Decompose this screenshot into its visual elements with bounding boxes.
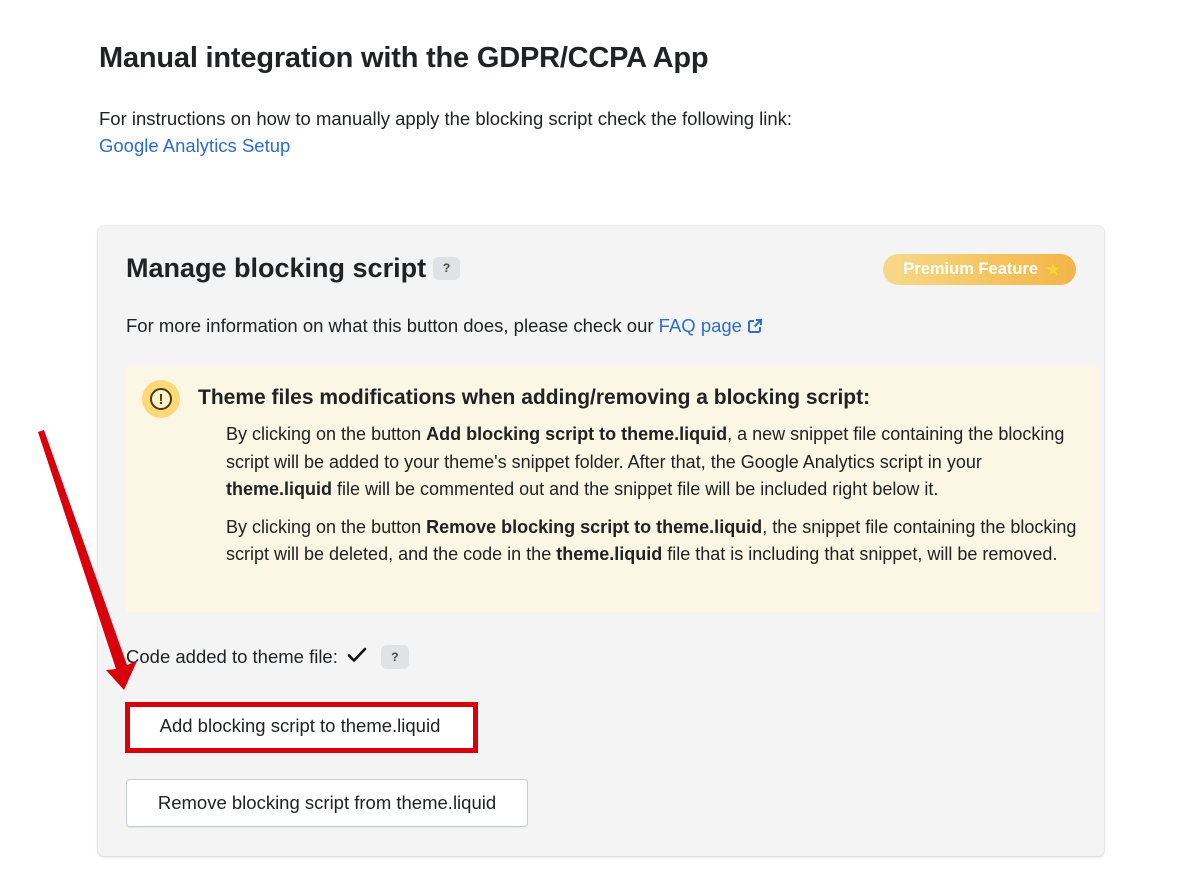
card-title-row: Manage blocking script ? xyxy=(126,253,461,284)
warning-icon: ! xyxy=(142,380,180,418)
notice-title: Theme files modifications when adding/re… xyxy=(198,386,871,409)
code-added-label: Code added to theme file: xyxy=(126,646,338,667)
card-title: Manage blocking script xyxy=(126,253,427,283)
google-analytics-setup-link[interactable]: Google Analytics Setup xyxy=(99,132,792,159)
manage-blocking-script-card: Manage blocking script ? Premium Feature… xyxy=(98,226,1104,856)
notice-text: By clicking on the button xyxy=(226,424,427,444)
theme-modification-notice: ! Theme files modifications when adding/… xyxy=(126,367,1099,612)
notice-bold-text: theme.liquid xyxy=(556,544,663,564)
warning-icon-glyph: ! xyxy=(150,388,172,410)
page-title: Manual integration with the GDPR/CCPA Ap… xyxy=(99,42,709,74)
notice-text: By clicking on the button xyxy=(226,516,427,537)
notice-bold-text: theme.liquid xyxy=(226,479,333,499)
faq-link-label: FAQ page xyxy=(658,315,742,336)
notice-body: By clicking on the button Add blocking s… xyxy=(226,421,1086,579)
notice-bold-text: Remove blocking script to theme.liquid xyxy=(426,516,763,537)
faq-prefix-text: For more information on what this button… xyxy=(126,315,659,336)
code-added-help-button[interactable]: ? xyxy=(380,645,409,669)
intro-section: For instructions on how to manually appl… xyxy=(99,105,792,159)
premium-feature-badge: Premium Feature ★ xyxy=(883,254,1076,285)
faq-info: For more information on what this button… xyxy=(126,315,762,338)
intro-text: For instructions on how to manually appl… xyxy=(99,108,793,129)
star-icon: ★ xyxy=(1044,259,1062,281)
notice-paragraph-add: By clicking on the button Add blocking s… xyxy=(226,421,1086,504)
notice-paragraph-remove: By clicking on the button Remove blockin… xyxy=(226,514,1086,569)
code-added-status: Code added to theme file: ? xyxy=(126,645,409,669)
notice-text: file that is including that snippet, wil… xyxy=(662,544,1058,564)
notice-bold-text: Add blocking script to theme.liquid xyxy=(426,424,728,444)
external-link-icon xyxy=(747,316,762,338)
notice-text: file will be commented out and the snipp… xyxy=(332,479,939,499)
premium-feature-label: Premium Feature xyxy=(903,260,1039,278)
faq-page-link[interactable]: FAQ page xyxy=(659,315,762,336)
remove-blocking-script-button[interactable]: Remove blocking script from theme.liquid xyxy=(126,779,528,827)
checkmark-icon xyxy=(347,646,367,668)
page: Manual integration with the GDPR/CCPA Ap… xyxy=(0,0,1183,878)
help-tooltip-button[interactable]: ? xyxy=(433,257,461,280)
add-blocking-script-button[interactable]: Add blocking script to theme.liquid xyxy=(126,703,474,749)
